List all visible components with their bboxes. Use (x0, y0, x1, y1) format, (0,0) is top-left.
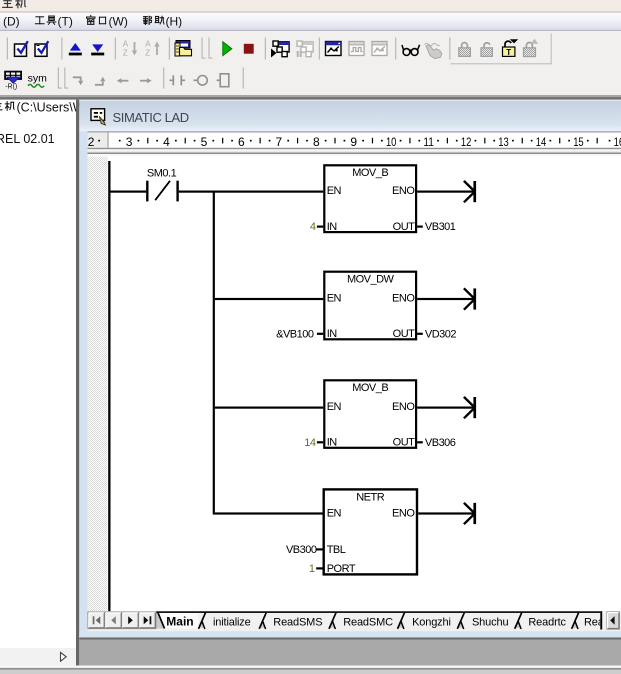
svg-text:10: 10 (386, 135, 397, 149)
svg-text:IN: IN (327, 328, 338, 340)
svg-text:6: 6 (238, 135, 245, 149)
svg-text:Z: Z (123, 49, 128, 58)
svg-text:MOV_DW: MOV_DW (347, 274, 395, 286)
svg-text:ReadSMC: ReadSMC (343, 616, 393, 628)
svg-text:MOV_B: MOV_B (352, 167, 388, 179)
svg-text:1: 1 (309, 563, 315, 575)
svg-text:-R(): -R() (5, 83, 17, 90)
svg-text:REL 02.01: REL 02.01 (0, 132, 55, 146)
svg-text:4: 4 (163, 135, 170, 149)
svg-text:VB300: VB300 (286, 544, 317, 556)
svg-text:2: 2 (88, 135, 95, 149)
svg-text:(W): (W) (109, 15, 128, 29)
svg-text:OUT: OUT (393, 328, 416, 340)
svg-text:EN: EN (327, 185, 342, 197)
svg-text:IN: IN (327, 437, 338, 449)
svg-text:12: 12 (461, 135, 472, 149)
svg-text:(T): (T) (58, 15, 73, 29)
svg-text:11: 11 (423, 135, 434, 149)
svg-text:MOV_B: MOV_B (352, 382, 388, 394)
svg-text:15: 15 (573, 135, 584, 149)
svg-text:ENO: ENO (392, 401, 415, 413)
svg-text:7: 7 (276, 135, 283, 149)
svg-text:(D): (D) (3, 15, 20, 29)
svg-text:A: A (145, 40, 151, 49)
svg-text:4: 4 (310, 221, 316, 233)
svg-text:Z: Z (145, 49, 150, 58)
svg-text:EN: EN (327, 401, 342, 413)
svg-text:14: 14 (304, 437, 316, 449)
svg-text:TBL: TBL (327, 544, 346, 556)
svg-text:EN: EN (327, 507, 342, 519)
svg-text:3: 3 (126, 135, 133, 149)
svg-text:16: 16 (614, 135, 621, 149)
svg-text:14: 14 (536, 135, 547, 149)
svg-text:VB301: VB301 (425, 221, 456, 233)
svg-text:ReadSMS: ReadSMS (273, 616, 322, 628)
svg-text:ENO: ENO (392, 185, 415, 197)
svg-text:ENO: ENO (392, 507, 415, 519)
svg-text:SM0.1: SM0.1 (147, 167, 177, 179)
svg-text:Readrtc: Readrtc (528, 616, 566, 628)
svg-text:VD302: VD302 (425, 328, 457, 340)
svg-text:(H): (H) (166, 15, 183, 29)
svg-text:sym: sym (28, 73, 47, 85)
svg-text:SIMATIC LAD: SIMATIC LAD (113, 110, 189, 125)
svg-text:VB306: VB306 (425, 437, 456, 449)
svg-text:NETR: NETR (356, 491, 385, 503)
svg-text:9: 9 (350, 135, 357, 149)
svg-text:8: 8 (313, 135, 320, 149)
svg-text:EN: EN (327, 293, 342, 305)
svg-text:5: 5 (201, 135, 208, 149)
svg-text:Shuchu: Shuchu (472, 616, 508, 628)
svg-text:PORT: PORT (327, 563, 356, 575)
svg-text:ENO: ENO (392, 293, 415, 305)
svg-text:OUT: OUT (393, 221, 416, 233)
svg-text:IN: IN (327, 221, 338, 233)
svg-text:A: A (123, 40, 129, 49)
svg-text:T: T (506, 48, 511, 57)
svg-text:initialize: initialize (213, 616, 251, 628)
svg-text:OUT: OUT (393, 437, 416, 449)
svg-text:13: 13 (498, 135, 509, 149)
svg-text:Main: Main (166, 615, 193, 629)
svg-text:Kongzhi: Kongzhi (412, 616, 451, 628)
svg-text:&VB100: &VB100 (276, 328, 314, 340)
